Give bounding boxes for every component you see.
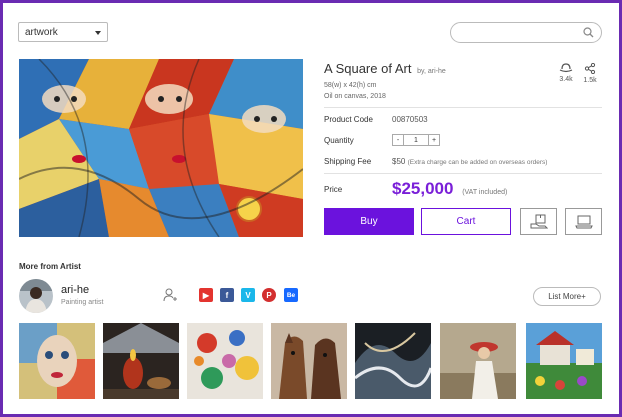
artwork-title: A Square of Art by, ari-he	[324, 61, 446, 76]
artist-byline[interactable]: by, ari-he	[417, 68, 446, 75]
artwork-thumbnail[interactable]	[440, 323, 516, 399]
follow-button[interactable]	[163, 288, 178, 307]
artwork-medium: Oil on canvas, 2018	[324, 93, 386, 100]
quantity-plus-button[interactable]: +	[429, 135, 439, 145]
youtube-icon[interactable]: ▶	[199, 288, 213, 302]
artwork-title-text: A Square of Art	[324, 61, 412, 76]
search-icon[interactable]	[583, 27, 594, 38]
artwork-thumbnail[interactable]	[271, 323, 347, 399]
preview-button[interactable]	[565, 208, 602, 235]
vat-note: (VAT included)	[462, 189, 508, 196]
artwork-thumbnail[interactable]	[187, 323, 263, 399]
share-icon	[584, 62, 596, 75]
search-input[interactable]	[450, 22, 602, 43]
product-code-label: Product Code	[324, 115, 373, 124]
quantity-stepper[interactable]: - 1 +	[392, 134, 440, 146]
pinterest-icon[interactable]: P	[262, 288, 276, 302]
artist-name[interactable]: ari-he	[61, 284, 89, 296]
artwork-dimensions: 58(w) x 42(h) cm	[324, 82, 377, 89]
caret-down-icon	[95, 31, 101, 35]
quantity-input[interactable]: 1	[403, 135, 429, 145]
price-label: Price	[324, 185, 343, 194]
like-count: 3.4k	[559, 76, 573, 83]
like-hat-icon	[559, 63, 573, 73]
artwork-image[interactable]	[19, 59, 303, 237]
behance-icon[interactable]: Be	[284, 288, 298, 302]
price: $25,000 (VAT included)	[392, 179, 507, 199]
laptop-icon	[574, 215, 593, 228]
more-from-artist-heading: More from Artist	[19, 262, 81, 271]
quantity-label: Quantity	[324, 136, 354, 145]
list-more-button[interactable]: List More+	[533, 287, 601, 306]
follow-user-icon	[163, 288, 177, 302]
page-frame: artwork A Square of Art by, ari-he 58(w)…	[0, 0, 622, 417]
avatar[interactable]	[19, 279, 53, 313]
artwork-thumbnail[interactable]	[355, 323, 431, 399]
artist-role: Painting artist	[61, 299, 104, 306]
price-value: $25,000	[392, 179, 454, 198]
buy-button[interactable]: Buy	[324, 208, 414, 235]
artwork-thumbnail[interactable]	[103, 323, 179, 399]
share-count: 1.5k	[583, 77, 597, 84]
vimeo-icon[interactable]: V	[241, 288, 255, 302]
package-icon	[530, 214, 548, 228]
shipping-fee-label: Shipping Fee	[324, 157, 372, 166]
divider	[324, 173, 602, 174]
artwork-thumbnail[interactable]	[19, 323, 95, 399]
category-select[interactable]: artwork	[18, 22, 108, 42]
shipping-fee-amount: $50	[392, 157, 406, 166]
shipping-fee-note: (Extra charge can be added on overseas o…	[407, 159, 548, 166]
product-code-value: 00870503	[392, 115, 428, 124]
divider	[324, 107, 602, 108]
artwork-thumbnail[interactable]	[526, 323, 602, 399]
cart-button[interactable]: Cart	[421, 208, 511, 235]
like-stat[interactable]: 3.4k	[556, 63, 576, 83]
shipping-fee-value: $50 (Extra charge can be added on overse…	[392, 157, 547, 166]
share-stat[interactable]: 1.5k	[580, 62, 600, 84]
facebook-icon[interactable]: f	[220, 288, 234, 302]
quantity-minus-button[interactable]: -	[393, 135, 403, 145]
package-button[interactable]	[520, 208, 557, 235]
category-select-value: artwork	[25, 27, 58, 38]
